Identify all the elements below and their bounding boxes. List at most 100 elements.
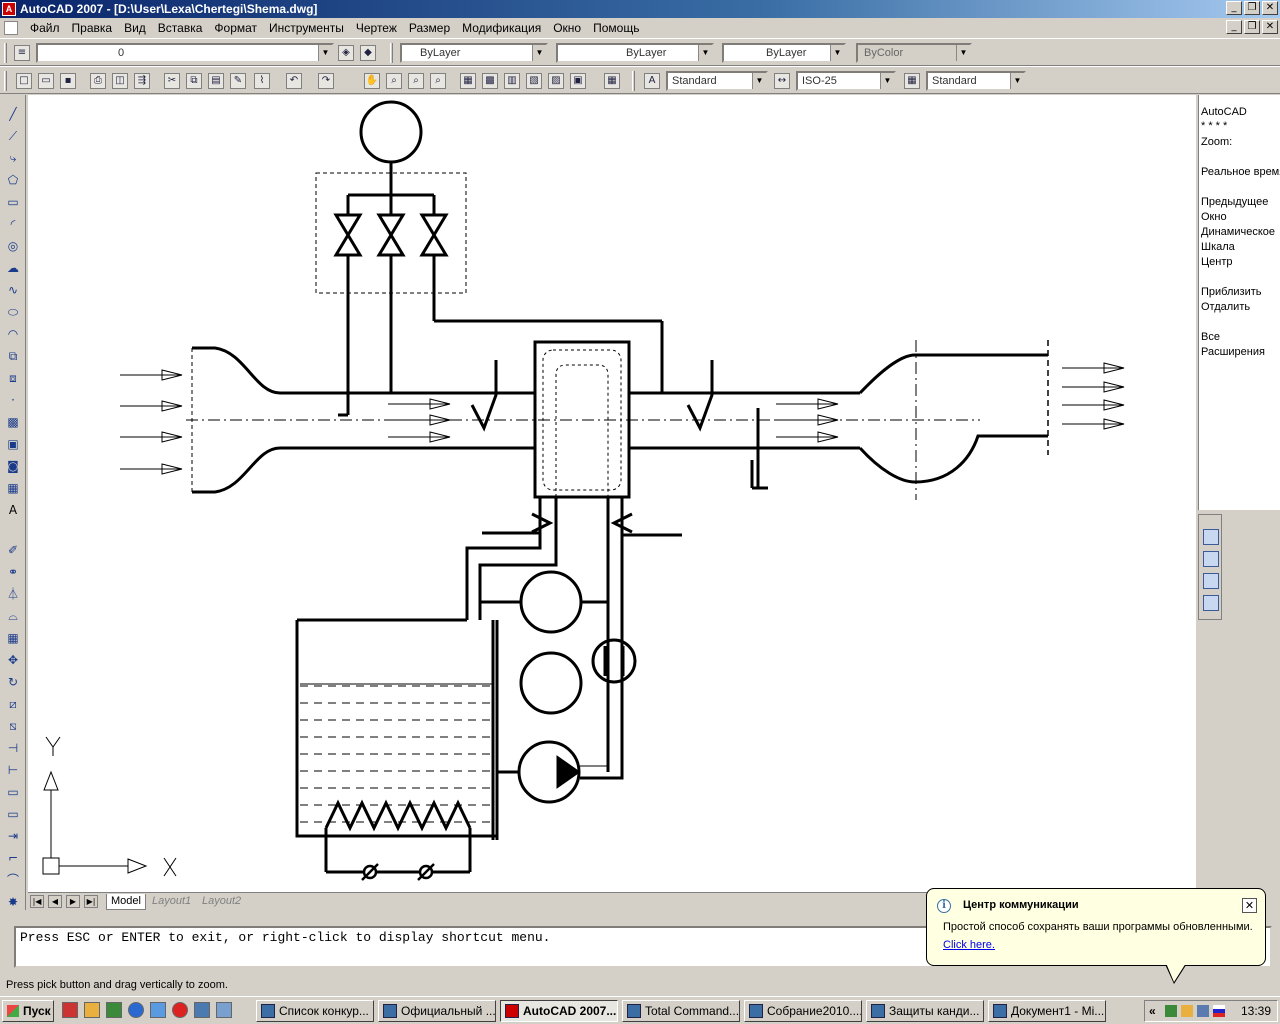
tray-expand-button[interactable]: « xyxy=(1149,1004,1156,1018)
taskbar-button[interactable]: Защиты канди... xyxy=(866,1000,984,1022)
save-icon[interactable]: ▪ xyxy=(60,73,76,89)
quicklaunch-icon[interactable] xyxy=(128,1002,144,1018)
fillet-icon[interactable]: ⌒ xyxy=(4,871,22,889)
doc-minimize-button[interactable]: _ xyxy=(1226,20,1242,34)
spline-icon[interactable]: ∿ xyxy=(4,281,22,299)
chevron-down-icon[interactable]: ▼ xyxy=(532,45,546,61)
chevron-down-icon[interactable]: ▼ xyxy=(752,73,766,89)
tab-model[interactable]: Model xyxy=(106,894,146,910)
circle-icon[interactable]: ◎ xyxy=(4,237,22,255)
chamfer-icon[interactable]: ⌐ xyxy=(4,849,22,867)
plot-icon[interactable]: ⎙ xyxy=(90,73,106,89)
copy-icon[interactable]: ⧉ xyxy=(186,73,202,89)
taskbar-button[interactable]: Собрание2010.... xyxy=(744,1000,862,1022)
menu-help[interactable]: Помощь xyxy=(587,21,645,35)
rectangle-icon[interactable]: ▭ xyxy=(4,193,22,211)
language-flag-icon[interactable] xyxy=(1213,1005,1225,1017)
redo-icon[interactable]: ↷ xyxy=(318,73,334,89)
doc-restore-button[interactable]: ❐ xyxy=(1244,20,1260,34)
menu-draw[interactable]: Чертеж xyxy=(350,21,403,35)
tab-layout1[interactable]: Layout1 xyxy=(148,894,195,910)
tray-icon[interactable] xyxy=(1197,1005,1209,1017)
close-button[interactable]: ✕ xyxy=(1262,1,1278,15)
tab-layout2[interactable]: Layout2 xyxy=(198,894,245,910)
next-tab-icon[interactable]: ▶ xyxy=(66,895,80,908)
start-button[interactable]: Пуск xyxy=(2,1000,54,1022)
document-icon[interactable] xyxy=(4,21,18,35)
ellipse-arc-icon[interactable]: ◠ xyxy=(4,325,22,343)
make-block-icon[interactable]: ⧈ xyxy=(4,369,22,387)
text-style-combo[interactable]: Standard ▼ xyxy=(666,71,768,91)
polygon-icon[interactable]: ⬠ xyxy=(4,171,22,189)
break-at-point-icon[interactable]: ▭ xyxy=(4,805,22,823)
region-icon[interactable]: ◙ xyxy=(4,457,22,475)
tray-icon[interactable] xyxy=(1165,1005,1177,1017)
zoom-realtime-option[interactable]: Реальное время xyxy=(1201,166,1280,178)
toolbar-grip[interactable] xyxy=(4,71,7,91)
quicklaunch-icon[interactable] xyxy=(194,1002,210,1018)
point-icon[interactable]: · xyxy=(4,391,22,409)
tray-icon[interactable] xyxy=(1181,1005,1193,1017)
join-icon[interactable]: ⇥ xyxy=(4,827,22,845)
taskbar-button[interactable]: Официальный ... xyxy=(378,1000,496,1022)
offset-icon[interactable]: ⌓ xyxy=(4,607,22,625)
last-tab-icon[interactable]: ▶| xyxy=(84,895,98,908)
menu-window[interactable]: Окно xyxy=(547,21,587,35)
menu-edit[interactable]: Правка xyxy=(66,21,119,35)
dim-style-icon[interactable]: ↔ xyxy=(774,73,790,89)
doc-close-button[interactable]: ✕ xyxy=(1262,20,1278,34)
markup-icon[interactable]: ▨ xyxy=(548,73,564,89)
ellipse-icon[interactable]: ⬭ xyxy=(4,303,22,321)
mtext-icon[interactable]: A xyxy=(4,501,22,519)
insert-block-icon[interactable]: ⧉ xyxy=(4,347,22,365)
menu-insert[interactable]: Вставка xyxy=(152,21,209,35)
design-center-icon[interactable]: ▩ xyxy=(482,73,498,89)
send-to-back-icon[interactable] xyxy=(1203,551,1219,567)
toolbar-grip[interactable] xyxy=(390,43,393,63)
menu-modify[interactable]: Модификация xyxy=(456,21,547,35)
move-icon[interactable]: ✥ xyxy=(4,651,22,669)
balloon-link[interactable]: Click here. xyxy=(943,939,995,951)
polyline-icon[interactable]: ⤷ xyxy=(4,149,22,167)
send-under-icon[interactable] xyxy=(1203,595,1219,611)
chevron-down-icon[interactable]: ▼ xyxy=(830,45,844,61)
chevron-down-icon[interactable]: ▼ xyxy=(880,73,894,89)
copy-object-icon[interactable]: ⚭ xyxy=(4,563,22,581)
text-style-icon[interactable]: A xyxy=(644,73,660,89)
erase-icon[interactable]: ✐ xyxy=(4,541,22,559)
open-icon[interactable]: ▭ xyxy=(38,73,54,89)
zoom-realtime-icon[interactable]: ⌕ xyxy=(386,73,402,89)
explode-icon[interactable]: ✸ xyxy=(4,893,22,911)
quicklaunch-icon[interactable] xyxy=(216,1002,232,1018)
hatch-icon[interactable]: ▩ xyxy=(4,413,22,431)
revcloud-icon[interactable]: ☁ xyxy=(4,259,22,277)
lineweight-combo[interactable]: ByLayer ▼ xyxy=(722,43,846,63)
taskbar-button[interactable]: Total Command... xyxy=(622,1000,740,1022)
menu-file[interactable]: Файл xyxy=(24,21,66,35)
stretch-icon[interactable]: ⧅ xyxy=(4,717,22,735)
toolbar-grip[interactable] xyxy=(632,71,635,91)
autocad-app-icon[interactable]: A xyxy=(2,2,16,16)
restore-button[interactable]: ❐ xyxy=(1244,1,1260,15)
toolbar-grip[interactable] xyxy=(4,43,7,63)
linetype-combo[interactable]: ByLayer ▼ xyxy=(556,43,714,63)
zoom-scale-option[interactable]: Шкала xyxy=(1201,241,1235,253)
quicklaunch-icon[interactable] xyxy=(84,1002,100,1018)
chevron-down-icon[interactable]: ▼ xyxy=(1010,73,1024,89)
calculator-icon[interactable]: ▦ xyxy=(604,73,620,89)
break-icon[interactable]: ▭ xyxy=(4,783,22,801)
mirror-icon[interactable]: ⏃ xyxy=(4,585,22,603)
dim-style-combo[interactable]: ISO-25 ▼ xyxy=(796,71,896,91)
publish-icon[interactable]: ⇶ xyxy=(134,73,150,89)
new-icon[interactable]: □ xyxy=(16,73,32,89)
zoom-window-option[interactable]: Окно xyxy=(1201,211,1227,223)
layer-manager-icon[interactable]: ≡ xyxy=(14,45,30,61)
quicklaunch-icon[interactable] xyxy=(172,1002,188,1018)
line-icon[interactable]: ╱ xyxy=(4,105,22,123)
extend-icon[interactable]: ⊢ xyxy=(4,761,22,779)
match-properties-icon[interactable]: ✎ xyxy=(230,73,246,89)
table-style-combo[interactable]: Standard ▼ xyxy=(926,71,1026,91)
zoom-window-icon[interactable]: ⌕ xyxy=(408,73,424,89)
zoom-in-option[interactable]: Приблизить xyxy=(1201,286,1262,298)
zoom-out-option[interactable]: Отдалить xyxy=(1201,301,1250,313)
